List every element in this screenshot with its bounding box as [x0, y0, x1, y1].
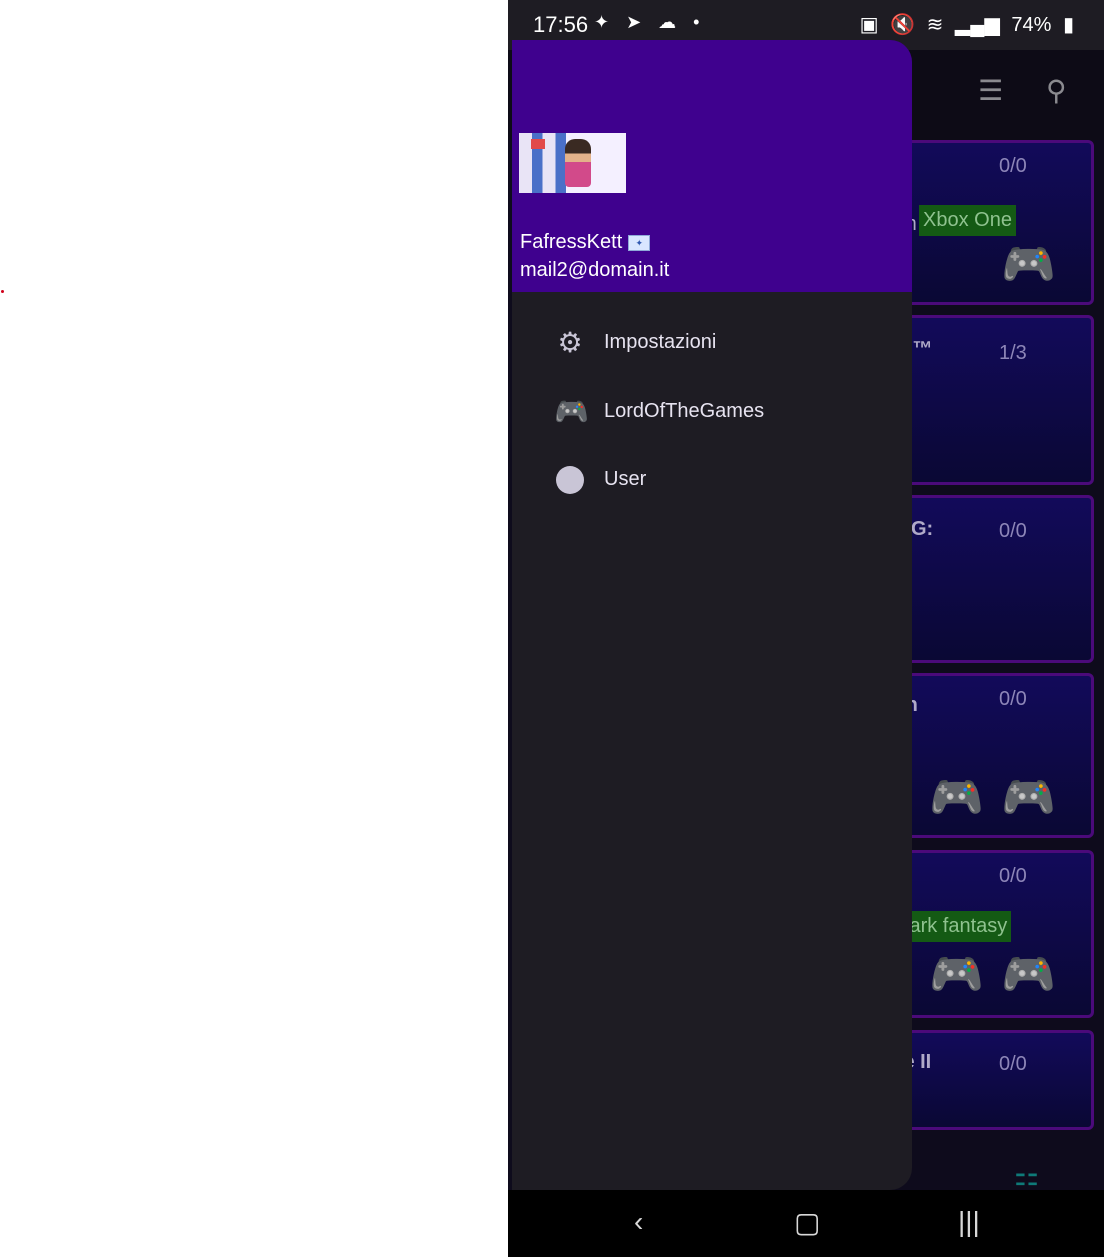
drawer-header: FafressKett ✦ mail2@domain.it — [512, 40, 912, 292]
card-count: 0/0 — [999, 520, 1027, 542]
gamepad-icon: 🎮 — [929, 950, 984, 999]
card-count: 0/0 — [999, 1053, 1027, 1075]
game-card[interactable]: rte II 0/0 — [888, 1030, 1094, 1130]
drawer-item-lordofthegames[interactable]: 🎮 LordOfTheGames — [512, 382, 912, 442]
game-card[interactable]: am 0/0 Xbox One 🎮 — [888, 140, 1094, 305]
system-nav-bar: ‹ ▢ ||| — [508, 1190, 1104, 1257]
game-card[interactable]: 0/0 Dark fantasy 🎮 🎮 — [888, 850, 1094, 1018]
gamepad-icon: 🎮 — [1001, 773, 1056, 822]
game-card[interactable]: ING: 0/0 — [888, 495, 1094, 663]
status-right-group: ▣ 🔇 ≋ ▂▄▆ 74% ▮ — [854, 12, 1074, 37]
filter-icon[interactable]: ☰ — [978, 74, 1003, 107]
gamepad-icon: 🎮 — [1001, 240, 1056, 289]
drawer-item-settings[interactable]: ⚙ Impostazioni — [512, 313, 912, 373]
card-count: 0/0 — [999, 155, 1027, 177]
signal-icon: ▂▄▆ — [954, 14, 1000, 36]
profile-picture[interactable] — [519, 133, 626, 193]
gamepad-icon: 🎮 — [554, 396, 589, 427]
platform-tag: Xbox One — [919, 205, 1016, 236]
game-card[interactable]: lan 0/0 🎮 🎮 — [888, 673, 1094, 838]
nfc-icon: ▣ — [859, 14, 879, 36]
home-button[interactable]: ▢ — [794, 1206, 820, 1239]
notification-icons: ✦ ➤ ☁ • — [594, 12, 706, 32]
gamepad-icon: 🎮 — [1001, 950, 1056, 999]
user-name-row: FafressKett ✦ — [520, 231, 651, 254]
drawer-item-label: LordOfTheGames — [604, 400, 765, 422]
mute-icon: 🔇 — [890, 14, 915, 36]
recents-button[interactable]: ||| — [958, 1206, 980, 1238]
wifi-icon: ≋ — [926, 14, 944, 36]
red-dot-mark — [1, 290, 4, 293]
navigation-drawer: FafressKett ✦ mail2@domain.it ⚙ Impostazi… — [512, 40, 912, 1190]
search-icon[interactable]: ⚲ — [1046, 74, 1067, 107]
battery-percent: 74% — [1011, 14, 1052, 36]
phone-screen: ☰ ⚲ am 0/0 Xbox One 🎮 vn™ 1/3 ING: 0/0 l… — [508, 0, 1104, 1257]
back-button[interactable]: ‹ — [634, 1206, 643, 1238]
user-name: FafressKett — [520, 231, 623, 253]
user-email: mail2@domain.it — [520, 259, 670, 281]
circle-icon — [554, 464, 586, 496]
drawer-item-label: Impostazioni — [604, 331, 717, 353]
card-count: 0/0 — [999, 865, 1027, 887]
gear-icon: ⚙ — [557, 327, 583, 358]
card-count: 0/0 — [999, 688, 1027, 710]
flag-icon: ✦ — [628, 234, 651, 251]
drawer-item-label: User — [604, 468, 647, 490]
battery-icon: ▮ — [1062, 14, 1074, 36]
gamepad-icon: 🎮 — [929, 773, 984, 822]
game-card[interactable]: vn™ 1/3 — [888, 315, 1094, 485]
blank-area — [0, 0, 508, 1257]
picture-detail — [531, 139, 545, 149]
card-count: 1/3 — [999, 342, 1027, 364]
status-time: 17:56 — [533, 12, 589, 37]
drawer-item-user[interactable]: User — [512, 450, 912, 510]
picture-figure — [565, 139, 591, 187]
